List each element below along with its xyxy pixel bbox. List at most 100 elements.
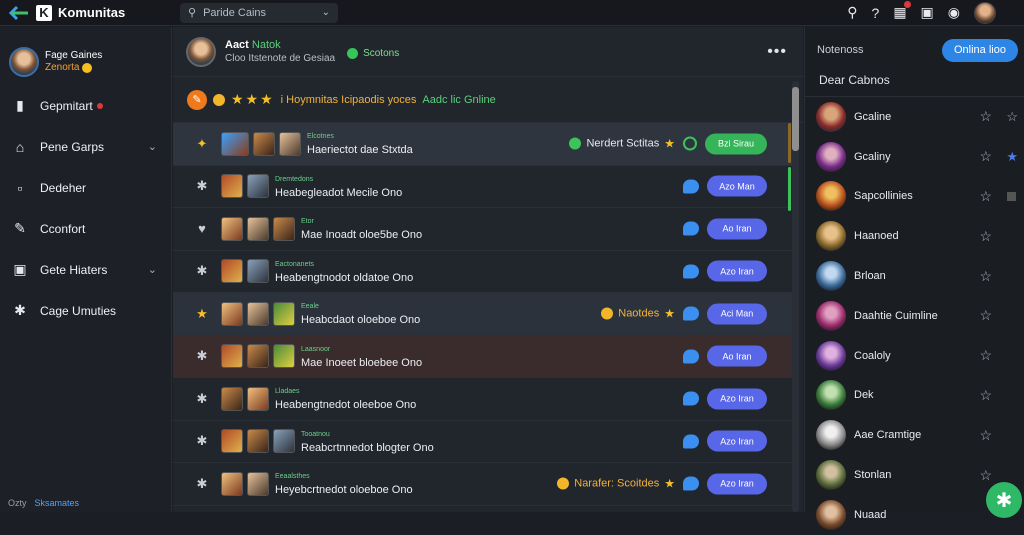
star-icon[interactable]: ☆ — [979, 268, 992, 285]
join-button[interactable]: Azo Iran — [707, 430, 767, 452]
list-item[interactable]: Gcaline ☆ ☆ — [805, 97, 1024, 137]
list-item[interactable]: ✦ Elcotnes Haeriectot dae Stxtda Nerdert … — [173, 123, 793, 166]
sidebar-item[interactable]: ▣ Gete Hiaters ⌄ — [0, 249, 171, 290]
game-thumbnail — [247, 386, 269, 411]
join-button[interactable]: Aci Man — [707, 303, 767, 325]
banner-online: Aadc lic Gnline — [422, 93, 496, 106]
list-item[interactable]: Dek ☆ — [805, 376, 1024, 416]
star-icon[interactable]: ✦ — [191, 136, 213, 152]
star-icon[interactable]: ☆ — [979, 467, 992, 484]
user-status: Zenorta — [45, 62, 102, 74]
chat-icon[interactable] — [683, 391, 699, 406]
star-icon[interactable]: ☆ — [979, 148, 992, 165]
game-thumbnail — [247, 429, 269, 454]
list-item[interactable]: Gcaliny ☆ ★ — [805, 137, 1024, 177]
star-icon[interactable]: ☆ — [979, 228, 992, 245]
star-icon[interactable]: ★ — [191, 306, 213, 322]
list-item[interactable]: ✱ Tooatnou Reabcrtnnedot blogter Ono Azo … — [173, 421, 793, 463]
scrollbar-thumb[interactable] — [792, 87, 799, 151]
join-button[interactable]: Ao Iran — [707, 218, 767, 240]
avatar[interactable] — [974, 1, 996, 24]
chevron-down-icon[interactable]: ⌄ — [148, 140, 157, 153]
list-item[interactable]: Brloan ☆ — [805, 256, 1024, 296]
join-button[interactable]: Azo Iran — [707, 388, 767, 410]
search-bar[interactable]: ⚲ Paride Cains ⌄ — [180, 2, 338, 23]
star-icon[interactable]: ☆ — [979, 427, 992, 444]
gear-icon[interactable]: ✱ — [191, 178, 213, 194]
share-icon[interactable]: ✱ — [986, 482, 1022, 518]
screen-icon[interactable]: ▣ — [921, 4, 934, 21]
chat-icon[interactable] — [683, 349, 699, 364]
notification-dot — [903, 1, 911, 8]
sidebar-item[interactable]: ✎ Cconfort — [0, 208, 171, 249]
coin-icon — [601, 307, 614, 320]
chat-icon[interactable] — [683, 306, 699, 321]
user-profile[interactable]: Fage Gaines Zenorta — [0, 27, 171, 85]
star-icon[interactable]: ★ — [1006, 149, 1018, 165]
home-icon: ⌂ — [15, 138, 25, 155]
chat-icon[interactable] — [683, 476, 699, 491]
gift-icon[interactable]: ▦ — [893, 1, 911, 21]
sidebar-item[interactable]: ⌂ Pene Garps ⌄ — [0, 126, 171, 167]
chat-icon[interactable] — [683, 179, 699, 194]
list-item[interactable]: ✱ Laasnoor Mae Inoeet bloebee Ono Ao Iran — [173, 335, 793, 378]
status-ring-icon — [683, 136, 697, 151]
join-button[interactable]: Azo Man — [707, 175, 767, 197]
list-item[interactable]: ✱ Eactonanets Heabengtnodot oldatoe Ono A… — [173, 251, 793, 293]
gear-icon[interactable]: ✱ — [191, 476, 213, 492]
gear-icon[interactable]: ✱ — [191, 391, 213, 407]
game-thumbnail — [221, 301, 243, 326]
star-icon[interactable]: ☆ — [979, 108, 992, 125]
join-button[interactable]: Bzi Sirau — [705, 133, 767, 155]
list-item[interactable]: ✱ Lladaes Heabengtnedot oleeboe Ono Azo I… — [173, 378, 793, 421]
game-thumbnail — [273, 216, 295, 241]
list-item[interactable]: ♥ Etor Mae Inoadt oloe5be Ono Ao Iran — [173, 208, 793, 251]
online-button[interactable]: Onlina lioo — [942, 38, 1018, 62]
list-item[interactable]: ✱ Dremtedons Heabegleadot Mecile Ono Azo … — [173, 166, 793, 208]
chat-icon[interactable] — [683, 434, 699, 449]
avatar — [816, 101, 846, 132]
star-icon[interactable]: ☆ — [979, 387, 992, 404]
notification-icon[interactable]: ◉ — [948, 4, 960, 21]
star-icon[interactable]: ☆ — [1006, 109, 1018, 125]
star-icon[interactable]: ☆ — [979, 307, 992, 324]
chevron-down-icon[interactable]: ⌄ — [148, 263, 157, 276]
help-icon[interactable]: ? — [872, 5, 880, 21]
more-icon[interactable]: ••• — [767, 43, 787, 61]
scrollbar[interactable] — [792, 81, 799, 512]
gear-icon[interactable]: ✱ — [191, 433, 213, 449]
avatar — [816, 460, 846, 491]
list-item[interactable]: Aae Cramtige ☆ — [805, 415, 1024, 455]
list-item[interactable]: Haanoed ☆ — [805, 216, 1024, 256]
edit-icon[interactable]: ✎ — [187, 89, 207, 110]
chat-icon[interactable] — [683, 221, 699, 236]
gear-icon[interactable]: ✱ — [191, 348, 213, 364]
avatar — [816, 261, 846, 292]
list-item[interactable]: Sapcollinies ☆ — [805, 177, 1024, 217]
sidebar-item[interactable]: ✱ Cage Umuties — [0, 290, 171, 331]
search-icon[interactable]: ⚲ — [847, 4, 857, 21]
list-item[interactable]: ✱ Eeaalsthes Heyebcrtnedot oloeboe Ono Na… — [173, 463, 793, 506]
main-panel: Aact Natok Cloo Itstenote de Gesiaa Scot… — [173, 27, 803, 512]
gear-icon[interactable]: ✱ — [191, 263, 213, 279]
avatar[interactable] — [186, 36, 216, 67]
chevron-down-icon[interactable]: ⌄ — [322, 7, 330, 18]
join-button[interactable]: Azo Iran — [707, 473, 767, 495]
brand[interactable]: K Komunitas — [0, 4, 172, 21]
list-item[interactable]: Daahtie Cuimline ☆ — [805, 296, 1024, 336]
join-button[interactable]: Azo Iran — [707, 260, 767, 282]
search-input[interactable]: Paride Cains — [203, 7, 266, 19]
game-thumbnail — [247, 259, 269, 284]
search-icon: ⚲ — [188, 7, 197, 19]
back-arrow-icon[interactable] — [8, 5, 30, 21]
list-item[interactable]: Coaloly ☆ — [805, 336, 1024, 376]
list-item[interactable]: ★ Eeale Heabcdaot oloeboe Ono Naotdes ★ Aci… — [173, 293, 793, 336]
heart-icon[interactable]: ♥ — [191, 221, 213, 236]
star-icon[interactable]: ☆ — [979, 188, 992, 205]
sidebar-item[interactable]: ▫ Dedeher — [0, 167, 171, 208]
sidebar-item[interactable]: ▮ Gepmitart — [0, 85, 171, 126]
star-icon[interactable]: ☆ — [979, 347, 992, 364]
join-button[interactable]: Ao Iran — [707, 345, 767, 367]
chat-icon[interactable] — [683, 264, 699, 279]
game-thumbnail — [221, 174, 243, 199]
